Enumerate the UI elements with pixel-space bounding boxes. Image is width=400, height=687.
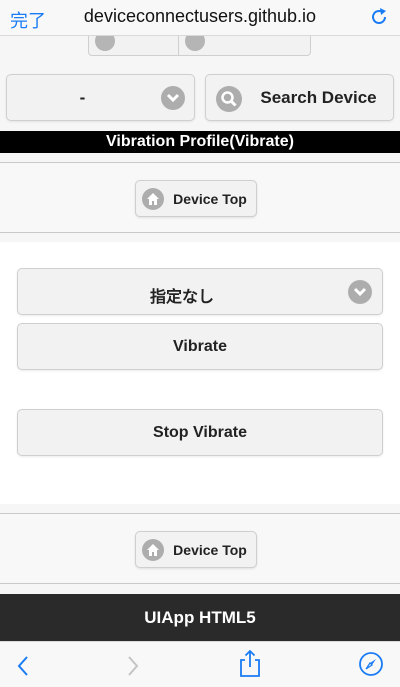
profile-title: Vibration Profile(Vibrate)	[0, 131, 400, 153]
back-icon[interactable]	[14, 654, 34, 683]
home-icon	[142, 188, 164, 210]
device-top-band: Device Top	[0, 162, 400, 233]
chevron-down-icon	[348, 280, 372, 304]
device-top-button[interactable]: Device Top	[135, 180, 257, 217]
device-top-button-bottom[interactable]: Device Top	[135, 531, 257, 568]
app-footer: UIApp HTML5	[0, 594, 400, 641]
forward-icon[interactable]	[122, 654, 142, 683]
reload-icon[interactable]	[368, 6, 390, 28]
search-device-label: Search Device	[260, 88, 377, 107]
home-icon	[142, 539, 164, 561]
search-icon	[216, 86, 242, 112]
browser-toolbar	[0, 641, 400, 687]
stop-vibrate-button[interactable]: Stop Vibrate	[17, 409, 383, 456]
pattern-select[interactable]: 指定なし	[17, 268, 383, 315]
device-select-value: -	[79, 88, 86, 107]
pattern-select-value: 指定なし	[149, 287, 214, 306]
device-top-label: Device Top	[173, 542, 247, 558]
compass-icon[interactable]	[358, 651, 384, 682]
device-select[interactable]: -	[6, 74, 195, 121]
device-top-label: Device Top	[173, 191, 247, 207]
url-text[interactable]: deviceconnectusers.github.io	[0, 6, 400, 27]
search-device-button[interactable]: Search Device	[205, 74, 394, 121]
browser-top-bar: 完了 deviceconnectusers.github.io	[0, 0, 400, 36]
vibrate-label: Vibrate	[173, 338, 227, 355]
device-top-band-bottom: Device Top	[0, 513, 400, 584]
stop-vibrate-label: Stop Vibrate	[153, 424, 247, 441]
vibrate-button[interactable]: Vibrate	[17, 323, 383, 370]
share-icon[interactable]	[238, 648, 262, 683]
chevron-down-icon	[161, 86, 185, 110]
